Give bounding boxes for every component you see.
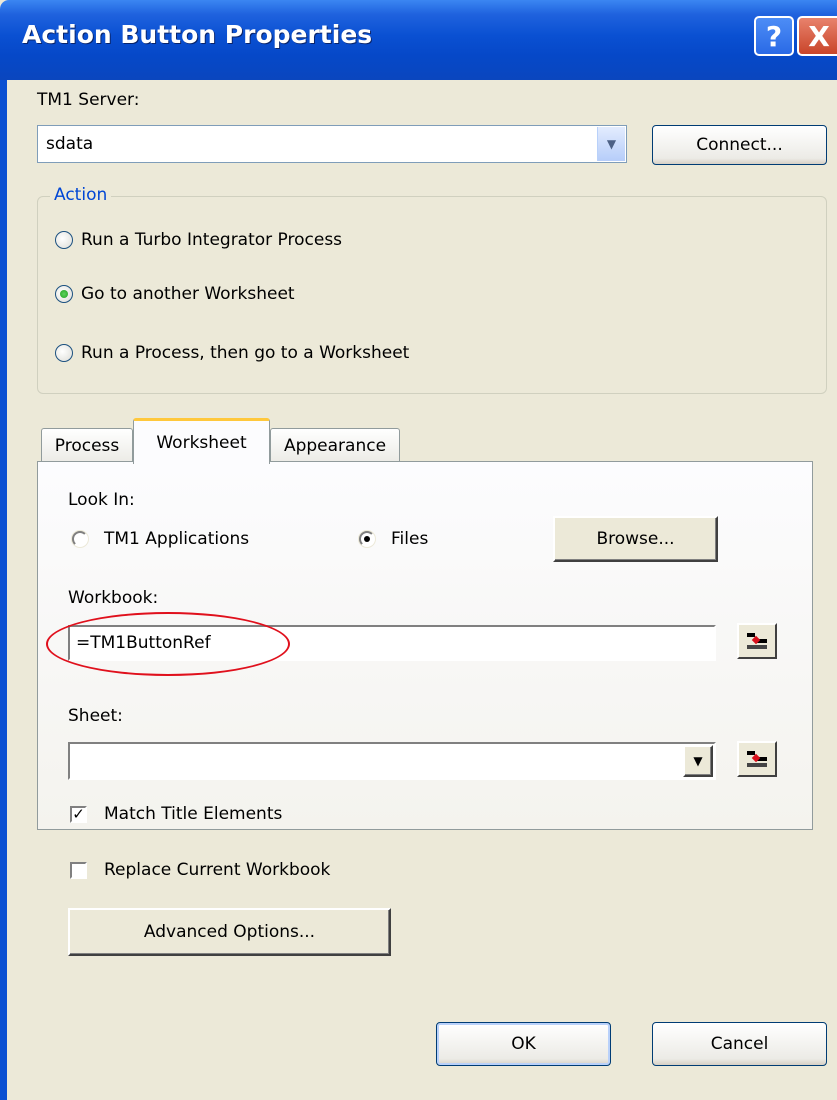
radio-button[interactable] xyxy=(55,231,73,249)
help-icon[interactable]: ? xyxy=(754,16,794,56)
server-label: TM1 Server: xyxy=(37,90,140,110)
cell-reference-icon[interactable] xyxy=(737,741,777,777)
window-title: Action Button Properties xyxy=(22,20,373,49)
checkbox[interactable] xyxy=(70,862,87,879)
radio-label: Run a Turbo Integrator Process xyxy=(81,230,343,250)
cancel-button[interactable]: Cancel xyxy=(652,1022,827,1066)
sheet-combobox[interactable]: ▼ xyxy=(68,742,716,780)
connect-button[interactable]: Connect... xyxy=(652,125,827,165)
server-value: sdata xyxy=(46,134,94,154)
radio-label: Run a Process, then go to a Worksheet xyxy=(81,343,410,363)
annotation-oval xyxy=(46,612,290,676)
radio-button[interactable] xyxy=(72,531,88,547)
radio-label: Files xyxy=(391,529,429,549)
look-in-label: Look In: xyxy=(68,490,135,510)
tab-appearance[interactable]: Appearance xyxy=(270,428,400,462)
sheet-label: Sheet: xyxy=(68,706,123,726)
checkbox[interactable]: ✓ xyxy=(70,806,87,823)
radio-button[interactable] xyxy=(359,531,375,547)
tab-worksheet[interactable]: Worksheet xyxy=(133,418,270,464)
browse-button[interactable]: Browse... xyxy=(553,516,718,562)
chevron-down-icon[interactable]: ▼ xyxy=(597,127,625,161)
server-combobox[interactable]: sdata ▼ xyxy=(37,125,627,163)
radio-label: Go to another Worksheet xyxy=(81,284,295,304)
ok-button[interactable]: OK xyxy=(436,1022,611,1066)
close-icon[interactable]: X xyxy=(797,16,837,56)
advanced-options-button[interactable]: Advanced Options... xyxy=(68,908,391,956)
chevron-down-icon[interactable]: ▼ xyxy=(683,745,713,777)
tab-process[interactable]: Process xyxy=(41,428,133,462)
radio-button[interactable] xyxy=(55,344,73,362)
radio-button[interactable] xyxy=(55,285,73,303)
radio-label: TM1 Applications xyxy=(104,529,250,549)
action-legend: Action xyxy=(50,185,112,205)
cell-reference-icon[interactable] xyxy=(737,623,777,659)
checkbox-label: Match Title Elements xyxy=(104,804,283,824)
checkbox-label: Replace Current Workbook xyxy=(104,860,331,880)
window-frame xyxy=(0,80,7,1100)
workbook-label: Workbook: xyxy=(68,588,159,608)
